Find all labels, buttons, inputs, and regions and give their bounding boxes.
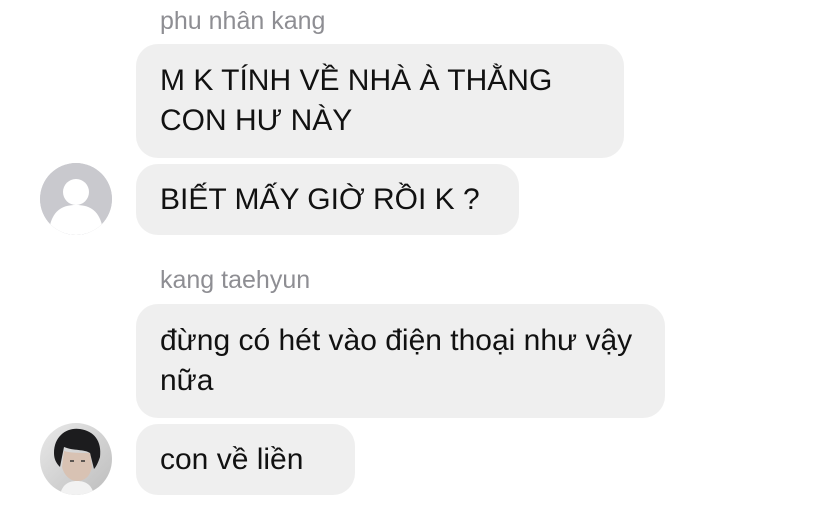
person-silhouette-icon xyxy=(40,163,112,235)
sender-name: kang taehyun xyxy=(160,266,311,294)
profile-photo xyxy=(40,423,112,495)
message-bubble[interactable]: đừng có hét vào điện thoại như vậy nữa xyxy=(136,304,665,418)
message-bubble[interactable]: con về liền xyxy=(136,424,355,495)
profile-photo-avatar[interactable] xyxy=(40,423,112,495)
message-text: con về liền xyxy=(160,442,304,476)
message-bubble[interactable]: BIẾT MẤY GIỜ RỒI K ? xyxy=(136,164,519,235)
message-bubble[interactable]: M K TÍNH VỀ NHÀ À THẰNG CON HƯ NÀY xyxy=(136,44,624,158)
message-text: đừng có hét vào điện thoại như vậy nữa xyxy=(160,324,633,397)
message-text: BIẾT MẤY GIỜ RỒI K ? xyxy=(160,182,480,216)
message-text: M K TÍNH VỀ NHÀ À THẰNG CON HƯ NÀY xyxy=(160,64,553,137)
sender-name: phu nhân kang xyxy=(160,7,326,35)
default-avatar-icon[interactable] xyxy=(40,163,112,235)
